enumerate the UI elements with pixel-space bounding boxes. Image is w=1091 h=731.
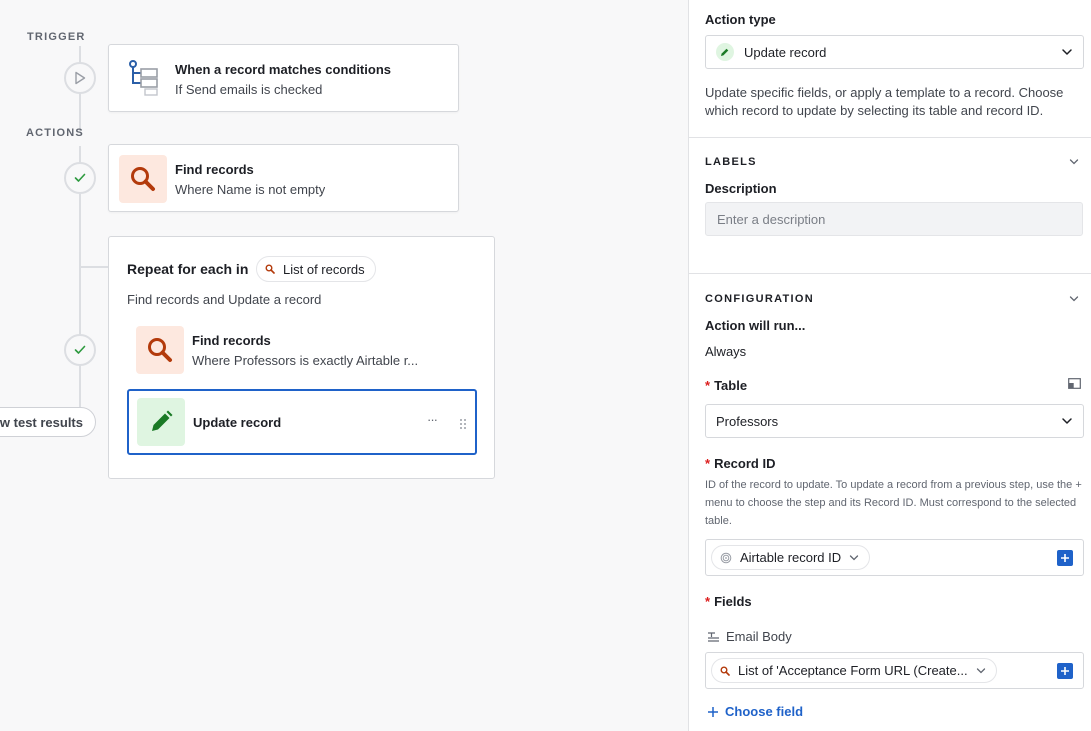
search-icon <box>136 326 184 374</box>
section-divider <box>689 137 1091 138</box>
inner-update-title: Update record <box>193 415 282 430</box>
trigger-title: When a record matches conditions <box>175 62 391 77</box>
collapse-labels-icon[interactable] <box>1069 157 1079 167</box>
email-body-token-label: List of 'Acceptance Form URL (Create... <box>738 663 968 678</box>
more-options-button[interactable]: ··· <box>427 412 438 427</box>
required-mark: * <box>705 378 711 393</box>
table-label-text: Table <box>714 378 748 393</box>
action-config-panel: Action type Update record Update specifi… <box>688 0 1091 731</box>
check-icon <box>74 173 86 182</box>
flow-connector <box>79 364 81 408</box>
flow-connector <box>79 266 109 268</box>
trigger-subtitle: If Send emails is checked <box>175 82 323 97</box>
choose-field-label: Choose field <box>725 704 804 719</box>
email-body-field[interactable]: List of 'Acceptance Form URL (Create... <box>705 652 1084 689</box>
chevron-down-icon <box>850 554 859 560</box>
inner-update-record-step[interactable]: Update record ··· <box>127 389 477 455</box>
trigger-section-label: TRIGGER <box>27 31 86 43</box>
inner-find-records-step[interactable]: Find records Where Professors is exactly… <box>127 323 477 389</box>
fields-label: * Fields <box>705 594 752 609</box>
insert-value-button[interactable] <box>1057 663 1073 679</box>
flow-connector <box>79 194 81 336</box>
step-success-indicator <box>64 334 96 366</box>
repeat-title: Repeat for each in <box>127 261 249 277</box>
configuration-section-header: CONFIGURATION <box>705 293 814 305</box>
action-type-label: Action type <box>705 12 776 27</box>
trigger-conditions-icon <box>119 55 167 103</box>
long-text-icon <box>708 631 719 642</box>
required-mark: * <box>705 594 711 609</box>
search-icon <box>119 155 167 203</box>
drag-handle-icon[interactable] <box>459 418 467 430</box>
record-id-token-label: Airtable record ID <box>740 550 842 565</box>
repeat-group-card[interactable]: Repeat for each in List of records Find … <box>108 236 495 479</box>
automation-canvas: TRIGGER ACTIONS When a record matches co… <box>0 0 688 731</box>
list-of-records-pill[interactable]: List of records <box>256 256 376 282</box>
chevron-down-icon <box>1062 418 1072 424</box>
inner-find-subtitle: Where Professors is exactly Airtable r..… <box>192 353 419 368</box>
plus-icon <box>1061 554 1069 562</box>
email-body-token[interactable]: List of 'Acceptance Form URL (Create... <box>711 658 997 683</box>
pencil-icon <box>716 43 734 61</box>
find-records-title: Find records <box>175 162 254 177</box>
record-id-label-text: Record ID <box>714 456 776 471</box>
find-records-subtitle: Where Name is not empty <box>175 182 326 197</box>
table-select[interactable]: Professors <box>705 404 1084 438</box>
action-type-help: Update specific fields, or apply a templ… <box>705 85 1064 118</box>
action-type-select[interactable]: Update record <box>705 35 1084 69</box>
inner-find-title: Find records <box>192 333 271 348</box>
pencil-icon <box>137 398 185 446</box>
actions-section-label: ACTIONS <box>26 127 84 139</box>
collapse-configuration-icon[interactable] <box>1069 294 1079 304</box>
insert-value-button[interactable] <box>1057 550 1073 566</box>
plus-icon <box>1061 667 1069 675</box>
record-id-token[interactable]: Airtable record ID <box>711 545 871 570</box>
required-mark: * <box>705 456 711 471</box>
labels-section-header: LABELS <box>705 156 757 168</box>
step-success-indicator <box>64 162 96 194</box>
choose-field-button[interactable]: Choose field <box>707 704 803 719</box>
table-value: Professors <box>716 413 779 429</box>
chevron-down-icon <box>1062 49 1072 55</box>
action-will-run-label: Action will run... <box>705 318 806 333</box>
trigger-card[interactable]: When a record matches conditions If Send… <box>108 44 459 112</box>
run-trigger-button[interactable] <box>64 62 96 94</box>
record-id-help: ID of the record to update. To update a … <box>705 479 1082 527</box>
view-test-results-button[interactable]: w test results <box>0 407 96 437</box>
record-id-label: * Record ID <box>705 456 775 471</box>
find-records-card[interactable]: Find records Where Name is not empty <box>108 144 459 212</box>
search-icon <box>265 264 275 274</box>
check-icon <box>74 345 86 354</box>
description-input[interactable] <box>705 202 1083 236</box>
fingerprint-icon <box>720 552 732 563</box>
email-body-field-label: Email Body <box>707 629 792 644</box>
section-divider <box>689 273 1091 274</box>
description-label: Description <box>705 181 777 196</box>
plus-icon <box>708 706 718 717</box>
pill-label: List of records <box>283 261 365 277</box>
fields-label-text: Fields <box>714 594 752 609</box>
repeat-description: Find records and Update a record <box>127 292 322 307</box>
chevron-down-icon <box>976 667 985 673</box>
search-icon <box>720 666 730 676</box>
table-label: * Table <box>705 378 747 393</box>
expand-table-icon[interactable] <box>1068 378 1081 389</box>
action-will-run-value: Always <box>705 344 747 359</box>
record-id-field[interactable]: Airtable record ID <box>705 539 1084 576</box>
action-type-value: Update record <box>744 44 827 60</box>
email-body-label: Email Body <box>726 629 792 644</box>
play-icon <box>75 71 86 85</box>
flow-connector <box>79 92 81 132</box>
